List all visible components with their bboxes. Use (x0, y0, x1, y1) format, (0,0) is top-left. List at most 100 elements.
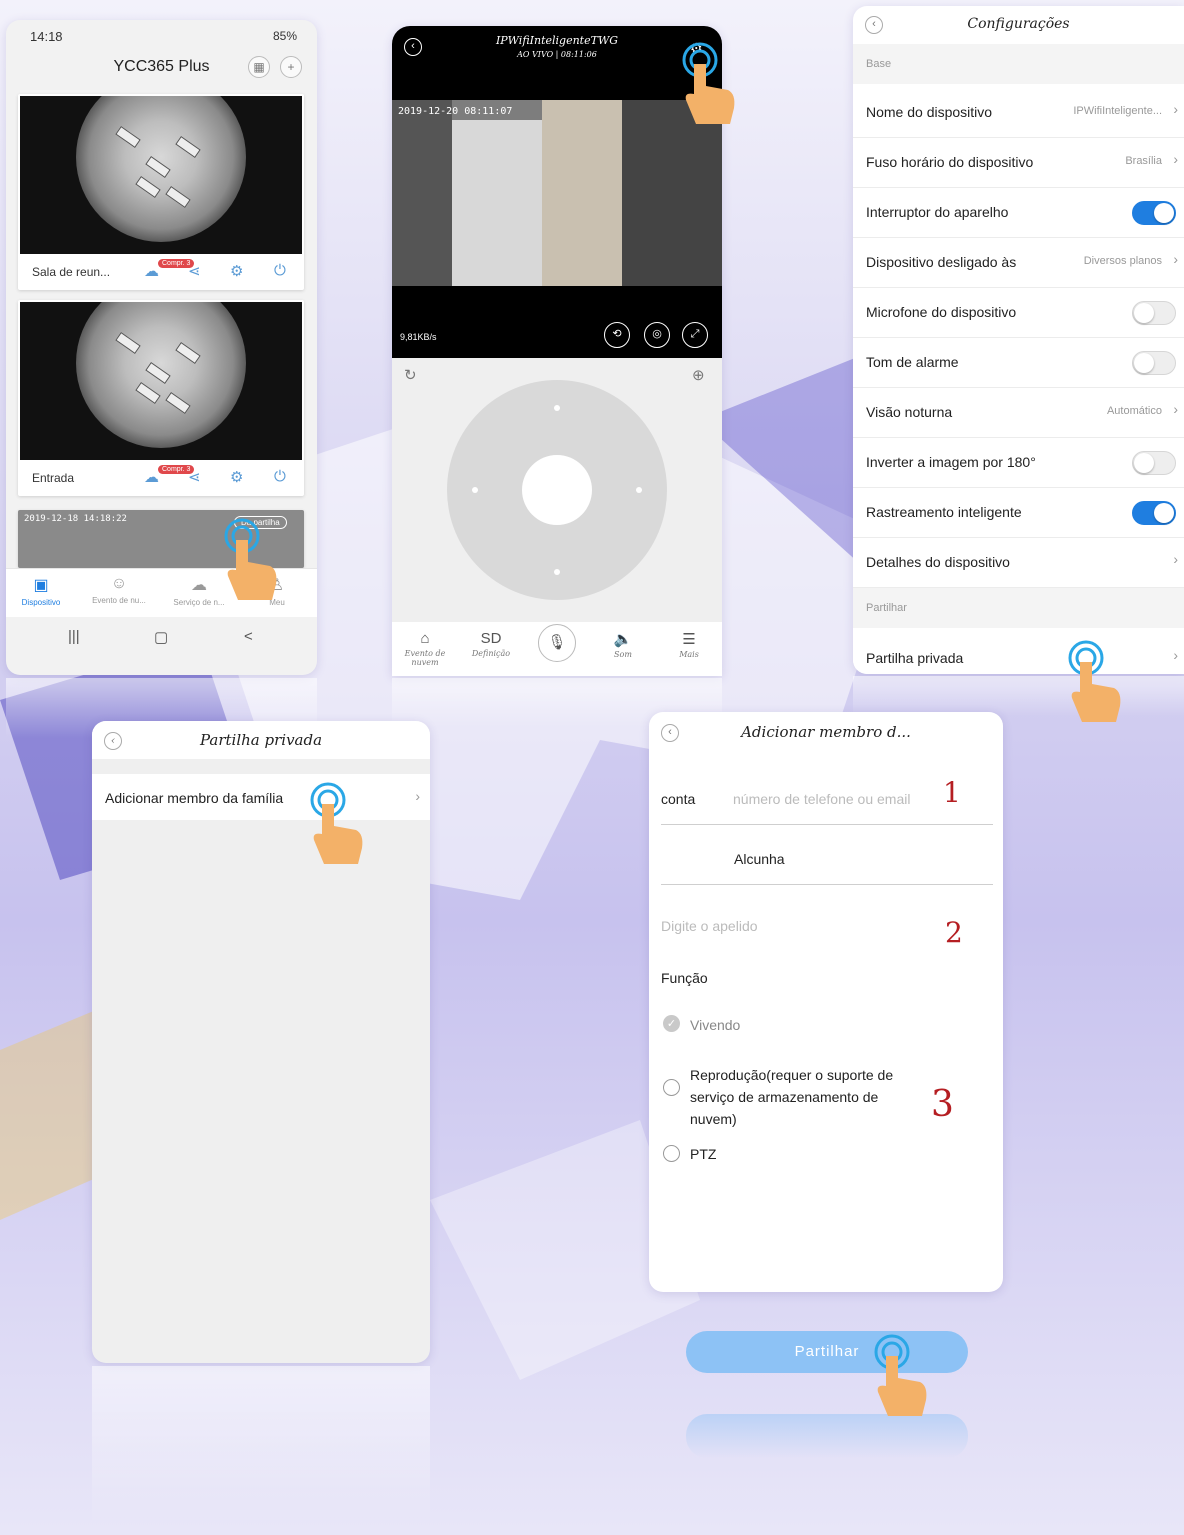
live-bottom-toolbar: ⌂ Evento de nuvem SD Definição 🎙 🔈 Som ☰ Mai… (392, 622, 722, 676)
tab-label: Serviço de n... (173, 598, 225, 607)
add-family-member-row[interactable]: Adicionar membro da família › (92, 774, 430, 820)
role-radio-playback[interactable] (663, 1079, 680, 1096)
user-icon: ♙ (269, 577, 285, 594)
app-title: YCC365 Plus (113, 58, 210, 75)
row-label: Rastreamento inteligente (866, 504, 1022, 520)
cloud-event-button[interactable]: ⌂ Evento de nuvem (392, 630, 458, 667)
tab-label: Evento de nu... (92, 596, 146, 605)
settings-row[interactable]: Rastreamento inteligente (853, 488, 1184, 538)
role-radio-live[interactable]: ✓ (663, 1015, 680, 1032)
power-icon[interactable]: ⏻ (274, 262, 286, 279)
toggle-switch[interactable] (1132, 301, 1176, 325)
nickname-input[interactable]: Digite o apelido (661, 918, 758, 934)
back-icon[interactable]: ‹ (104, 732, 122, 750)
step-number: 2 (945, 916, 963, 949)
toggle-switch[interactable] (1132, 201, 1176, 225)
role-radio-ptz[interactable] (663, 1145, 680, 1162)
step-number: 1 (943, 776, 961, 809)
camera-preview[interactable] (20, 302, 302, 460)
tab-me[interactable]: ♙ Meu (246, 575, 308, 607)
camera-card[interactable]: Sala de reun... ☁ Compr. 3 ⋖ ⚙ ⏻ (18, 94, 304, 290)
live-view-screen: ‹ IPWifiInteligenteTWG AO VIVO | 08:11:0… (392, 26, 722, 676)
settings-gear-icon[interactable]: ⚙ (690, 40, 703, 57)
row-label: Adicionar membro da família (105, 790, 284, 806)
grid-icon[interactable]: ▦ (248, 56, 270, 78)
microphone-button[interactable]: 🎙 (524, 624, 590, 662)
private-share-row[interactable]: Partilha privada › (853, 634, 1184, 674)
settings-row[interactable]: Detalhes do dispositivo › (853, 538, 1184, 588)
camera-preview[interactable] (20, 96, 302, 254)
chevron-right-icon: › (1173, 551, 1178, 567)
settings-icon[interactable]: ⚙ (230, 262, 243, 280)
section-label: Base (866, 58, 892, 70)
status-time: 14:18 (30, 29, 63, 44)
back-button[interactable]: < (244, 628, 253, 645)
live-header: ‹ IPWifiInteligenteTWG AO VIVO | 08:11:0… (392, 26, 722, 100)
chevron-right-icon: › (415, 788, 420, 804)
tab-device[interactable]: ▣ Dispositivo (10, 575, 72, 607)
device-list-screen: 14:18 85% YCC365 Plus ▦ + Sala de reun..… (6, 20, 317, 675)
device-icon: ▣ (33, 577, 49, 594)
share-icon[interactable]: ⋖ (188, 262, 201, 280)
row-label: Visão noturna (866, 404, 953, 420)
microphone-icon: 🎙 (538, 624, 576, 662)
sound-button[interactable]: 🔈 Som (590, 630, 656, 659)
share-button[interactable]: Partilhar (686, 1331, 968, 1373)
shared-badge: Da partilha (234, 516, 287, 529)
live-video[interactable]: 2019-12-20 08:11:07 (392, 100, 722, 286)
power-icon[interactable]: ⏻ (274, 468, 286, 485)
camera-snapshot-icon[interactable]: ◎ (644, 322, 670, 348)
tab-label: Dispositivo (21, 598, 61, 607)
account-input[interactable]: número de telefone ou email (733, 791, 910, 807)
cloud-icon[interactable]: ☁ (144, 262, 159, 280)
video-timestamp: 2019-12-20 08:11:07 (398, 106, 513, 117)
settings-row[interactable]: Interruptor do aparelho (853, 188, 1184, 238)
toggle-switch[interactable] (1132, 451, 1176, 475)
chevron-right-icon: › (1173, 101, 1178, 117)
device-title: IPWifiInteligenteTWG (495, 34, 619, 47)
settings-row[interactable]: Microfone do dispositivo (853, 288, 1184, 338)
section-header: Base (853, 44, 1184, 84)
shared-camera-card[interactable]: 2019-12-18 14:18:22 Da partilha (18, 510, 304, 568)
joystick-center[interactable] (522, 455, 592, 525)
role-option-label: Vivendo (690, 1017, 741, 1033)
settings-row[interactable]: Visão noturna Automático › (853, 388, 1184, 438)
settings-row[interactable]: Tom de alarme (853, 338, 1184, 388)
cloud-icon[interactable]: ☁ (144, 468, 159, 486)
screen-title: Partilha privada (199, 731, 323, 749)
add-member-screen: ‹ Adicionar membro d... conta número de … (649, 712, 1003, 1292)
more-button[interactable]: ☰ Mais (656, 630, 722, 659)
fullscreen-icon[interactable]: ⤢ (682, 322, 708, 348)
camera-card[interactable]: Entrada ☁ Compr. 3 ⋖ ⚙ ⏻ (18, 300, 304, 496)
camera-timestamp: 2019-12-18 14:18:22 (24, 514, 127, 524)
plus-icon[interactable]: + (280, 56, 302, 78)
tab-cloud-event[interactable]: ☺ Evento de nu... (88, 575, 150, 605)
reflection (92, 1366, 430, 1526)
playback-icon[interactable]: ⟲ (604, 322, 630, 348)
row-label: Dispositivo desligado às (866, 254, 1017, 270)
home-button[interactable]: ▢ (154, 628, 168, 646)
rotate-icon[interactable]: ↻ (404, 366, 417, 384)
settings-icon[interactable]: ⚙ (230, 468, 243, 486)
bitrate: 9,81KB/s (400, 332, 437, 342)
settings-row[interactable]: Dispositivo desligado às Diversos planos › (853, 238, 1184, 288)
ptz-joystick[interactable] (447, 380, 667, 600)
recent-apps-button[interactable]: ||| (68, 628, 80, 645)
tab-cloud-service[interactable]: ☁ Serviço de n... (168, 575, 230, 607)
role-label: Função (661, 970, 708, 986)
private-share-screen: ‹ Partilha privada Adicionar membro da f… (92, 721, 430, 1363)
role-option-label: Reprodução(requer o suporte de serviço d… (690, 1067, 894, 1127)
settings-row[interactable]: Inverter a imagem por 180° (853, 438, 1184, 488)
toggle-switch[interactable] (1132, 501, 1176, 525)
share-icon[interactable]: ⋖ (188, 468, 201, 486)
event-icon: ☺ (110, 575, 128, 592)
settings-row[interactable]: Nome do dispositivo IPWifiInteligente... › (853, 88, 1184, 138)
toolbar-label: Som (614, 650, 632, 659)
section-header: Partilhar (853, 588, 1184, 628)
reflection (686, 1414, 968, 1458)
crosshair-icon[interactable]: ⊕ (692, 366, 705, 384)
divider (661, 884, 993, 885)
definition-button[interactable]: SD Definição (458, 630, 524, 658)
settings-row[interactable]: Fuso horário do dispositivo Brasília › (853, 138, 1184, 188)
toggle-switch[interactable] (1132, 351, 1176, 375)
